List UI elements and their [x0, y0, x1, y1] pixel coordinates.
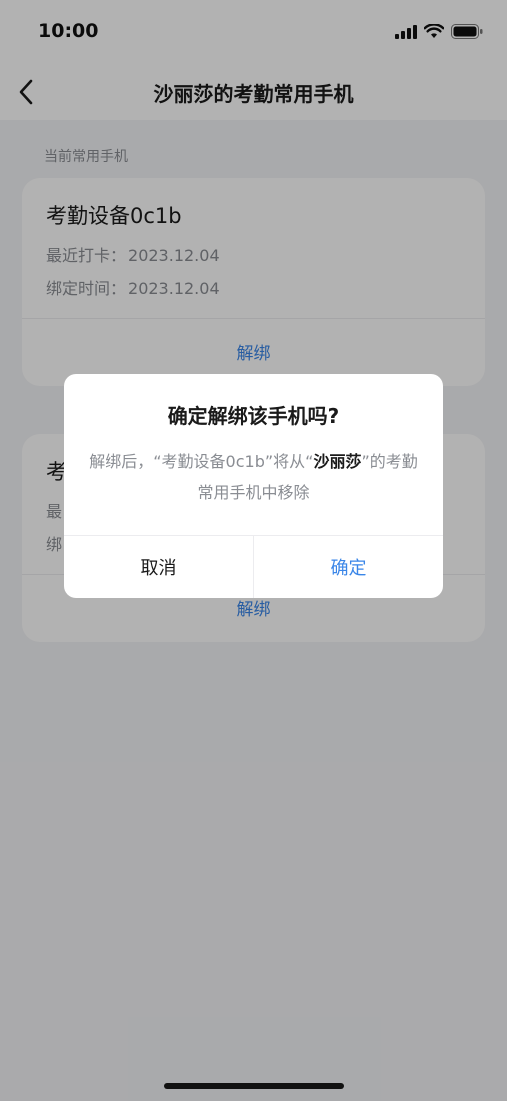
home-indicator[interactable]	[164, 1083, 344, 1089]
dialog-title: 确定解绑该手机吗?	[167, 404, 340, 428]
confirm-button[interactable]: 确定	[254, 536, 443, 598]
dialog-message: 解绑后，“考勤设备0c1b”将从“沙丽莎”的考勤常用手机中移除	[88, 446, 419, 508]
dialog-message-prefix: 解绑后，“考勤设备0c1b”将从“	[89, 452, 314, 471]
cancel-button[interactable]: 取消	[64, 536, 253, 598]
unbind-confirm-dialog: 确定解绑该手机吗? 解绑后，“考勤设备0c1b”将从“沙丽莎”的考勤常用手机中移…	[64, 374, 443, 598]
dialog-message-highlight: 沙丽莎	[313, 452, 362, 471]
